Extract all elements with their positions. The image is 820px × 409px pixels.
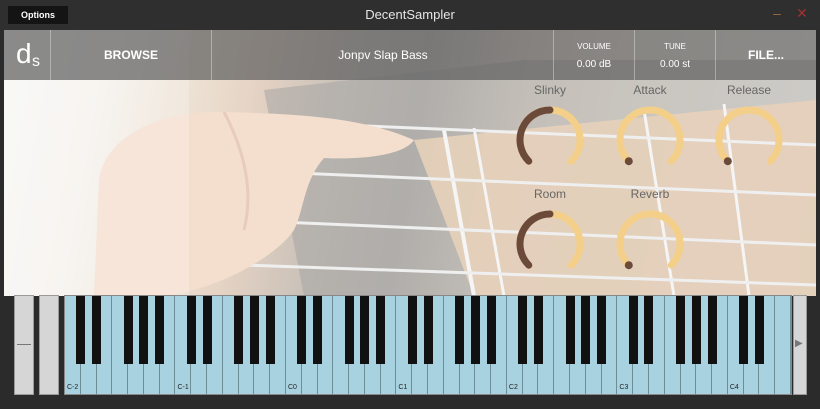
close-icon[interactable]: ✕ — [795, 5, 809, 21]
black-key[interactable] — [707, 296, 717, 364]
black-key[interactable] — [644, 296, 654, 364]
black-key[interactable] — [265, 296, 275, 364]
black-key[interactable] — [407, 296, 417, 364]
header-bar: d s BROWSE Jonpv Slap Bass VOLUME 0.00 d… — [4, 30, 816, 80]
black-key[interactable] — [628, 296, 638, 364]
octave-label: C-2 — [67, 384, 79, 391]
tune-label: TUNE — [664, 42, 686, 51]
knob-label-reverb: Reverb — [630, 187, 670, 201]
knob-value-dot — [723, 157, 732, 166]
black-key[interactable] — [581, 296, 591, 364]
octave-label: C1 — [398, 384, 408, 391]
black-key[interactable] — [123, 296, 133, 364]
header-divider — [634, 30, 635, 80]
black-key[interactable] — [597, 296, 607, 364]
black-key[interactable] — [202, 296, 212, 364]
release-knob[interactable] — [709, 100, 789, 180]
black-key[interactable] — [739, 296, 749, 364]
black-key[interactable] — [423, 296, 433, 364]
black-key[interactable] — [691, 296, 701, 364]
black-key[interactable] — [518, 296, 528, 364]
black-key[interactable] — [92, 296, 102, 364]
black-key[interactable] — [139, 296, 149, 364]
black-key[interactable] — [455, 296, 465, 364]
chevron-right-icon: ▶ — [795, 338, 803, 349]
app-logo: d s — [16, 38, 52, 72]
knob-label-attack: Attack — [633, 83, 667, 97]
pitch-wheel-center-line — [17, 344, 31, 345]
volume-label: VOLUME — [577, 42, 611, 51]
minimize-icon[interactable]: – — [770, 5, 784, 21]
room-knob[interactable] — [510, 204, 590, 284]
mod-wheel[interactable] — [39, 295, 59, 395]
knob-value-dot — [624, 261, 633, 270]
piano-keyboard[interactable]: C-2 C-1 C0 C1 C2 C3 C4 — [64, 295, 792, 395]
logo-letter-s: s — [32, 53, 40, 70]
knob-value-dot — [624, 157, 633, 166]
black-key[interactable] — [376, 296, 386, 364]
octave-label: C4 — [729, 384, 739, 391]
octave-label: C2 — [508, 384, 518, 391]
knob-value-arc — [516, 106, 554, 165]
black-key[interactable] — [76, 296, 86, 364]
keyboard-scroll-right[interactable]: ▶ — [793, 295, 807, 395]
black-key[interactable] — [234, 296, 244, 364]
volume-value[interactable]: 0.00 dB — [554, 59, 634, 70]
browse-button[interactable]: BROWSE — [51, 30, 211, 80]
knob-label-room: Room — [533, 187, 566, 201]
black-key[interactable] — [533, 296, 543, 364]
black-key[interactable] — [470, 296, 480, 364]
slinky-knob[interactable] — [510, 100, 590, 180]
white-key[interactable] — [775, 296, 791, 394]
header-divider — [553, 30, 554, 80]
knob-track — [616, 210, 684, 269]
black-key[interactable] — [754, 296, 764, 364]
window-title: DecentSampler — [365, 7, 455, 22]
black-key[interactable] — [186, 296, 196, 364]
black-key[interactable] — [486, 296, 496, 364]
black-key[interactable] — [297, 296, 307, 364]
title-bar: Options DecentSampler – ✕ — [0, 0, 820, 30]
octave-label: C-1 — [177, 384, 189, 391]
app-window: Options DecentSampler – ✕ d s BROWSE Jon… — [0, 0, 820, 409]
knob-track — [715, 106, 783, 165]
knob-value-arc — [516, 210, 554, 269]
reverb-knob[interactable] — [610, 204, 690, 284]
black-key[interactable] — [360, 296, 370, 364]
octave-label: C3 — [619, 384, 629, 391]
octave-label: C0 — [287, 384, 297, 391]
black-key[interactable] — [676, 296, 686, 364]
black-key[interactable] — [344, 296, 354, 364]
black-key[interactable] — [249, 296, 259, 364]
preset-name: Jonpv Slap Bass — [338, 48, 428, 62]
black-key[interactable] — [313, 296, 323, 364]
knob-track — [616, 106, 684, 165]
knob-label-release: Release — [726, 83, 772, 97]
black-key[interactable] — [155, 296, 165, 364]
pitch-wheel[interactable] — [14, 295, 34, 395]
black-key[interactable] — [565, 296, 575, 364]
tune-value[interactable]: 0.00 st — [635, 59, 715, 70]
attack-knob[interactable] — [610, 100, 690, 180]
file-menu-button[interactable]: FILE... — [716, 30, 816, 80]
knob-label-slinky: Slinky — [533, 83, 566, 97]
logo-letter-d: d — [16, 38, 32, 69]
